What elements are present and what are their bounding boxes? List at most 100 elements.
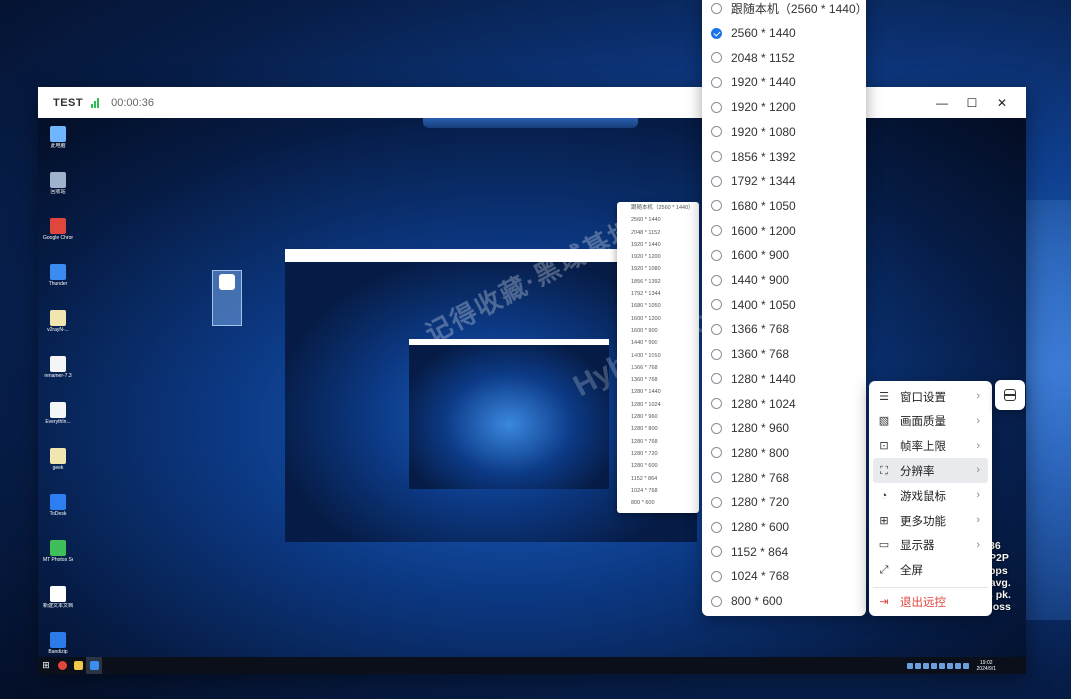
desktop-icon[interactable]: MT Photos Server bbox=[43, 540, 73, 581]
taskbar-chrome[interactable] bbox=[54, 657, 70, 674]
radio-unchecked-icon[interactable] bbox=[711, 101, 722, 113]
resolution-option[interactable]: 1280 * 960 bbox=[702, 416, 866, 441]
minimize-button[interactable]: — bbox=[926, 87, 958, 118]
desktop-app-icon bbox=[50, 356, 66, 372]
desktop-icon[interactable]: Thunder bbox=[43, 264, 73, 305]
resolution-option[interactable]: 1792 * 1344 bbox=[702, 169, 866, 194]
resolution-option[interactable]: 1024 * 768 bbox=[702, 564, 866, 589]
chevron-right-icon: › bbox=[976, 439, 980, 452]
radio-unchecked-icon[interactable] bbox=[711, 52, 722, 64]
radio-unchecked-icon[interactable] bbox=[711, 225, 722, 237]
radio-unchecked-icon[interactable] bbox=[711, 398, 722, 410]
exit-remote-button[interactable]: ⇥ 退出远控 bbox=[873, 589, 988, 614]
remote-toolbar-strip[interactable] bbox=[423, 118, 638, 128]
resolution-option[interactable]: 1280 * 768 bbox=[702, 465, 866, 490]
radio-unchecked-icon[interactable] bbox=[711, 2, 722, 14]
resolution-option[interactable]: 1920 * 1440 bbox=[702, 70, 866, 95]
resolution-option[interactable]: 1680 * 1050 bbox=[702, 194, 866, 219]
radio-unchecked-icon[interactable] bbox=[711, 348, 722, 360]
resolution-option[interactable]: 2560 * 1440 bbox=[702, 21, 866, 46]
resolution-option[interactable]: 2048 * 1152 bbox=[702, 45, 866, 70]
menu-item-resolution[interactable]: ⛶ 分辨率 › bbox=[873, 458, 988, 484]
radio-unchecked-icon[interactable] bbox=[711, 76, 722, 88]
resolution-option[interactable]: 1280 * 600 bbox=[702, 515, 866, 540]
resolution-option-label: 1920 * 1440 bbox=[731, 75, 796, 90]
radio-unchecked-icon[interactable] bbox=[711, 249, 722, 261]
system-tray: 19:02 2024/9/1 bbox=[906, 657, 996, 674]
desktop-icon[interactable]: ToDesk bbox=[43, 494, 73, 535]
selected-desktop-icon[interactable] bbox=[212, 270, 242, 326]
menu-item-game-mouse[interactable]: ◔ 游戏鼠标 › bbox=[873, 483, 988, 508]
resolution-option[interactable]: 跟随本机（2560 * 1440） bbox=[702, 0, 868, 21]
resolution-option[interactable]: 1920 * 1200 bbox=[702, 95, 866, 120]
resolution-option[interactable]: 1600 * 1200 bbox=[702, 218, 866, 243]
taskbar-gameviewer[interactable] bbox=[86, 657, 102, 674]
resolution-option[interactable]: 1600 * 900 bbox=[702, 243, 866, 268]
toolbar-toggle-icon bbox=[1004, 389, 1016, 401]
menu-item-label: 更多功能 bbox=[900, 515, 946, 528]
desktop-icon-label: Bandizip bbox=[48, 649, 68, 655]
resolution-option-label: 1152 * 864 bbox=[731, 544, 789, 559]
desktop-icon[interactable]: 回收站 bbox=[43, 172, 73, 213]
desktop-icon-label: EverythIn... bbox=[45, 419, 71, 425]
menu-item-window-settings[interactable]: ☰ 窗口设置 › bbox=[873, 384, 988, 409]
desktop-icon[interactable]: 此电脑 bbox=[43, 126, 73, 167]
radio-unchecked-icon[interactable] bbox=[711, 521, 722, 533]
resolution-option[interactable]: 1920 * 1080 bbox=[702, 120, 866, 145]
radio-unchecked-icon[interactable] bbox=[711, 126, 722, 138]
radio-unchecked-icon[interactable] bbox=[711, 323, 722, 335]
resolution-option[interactable]: 1366 * 768 bbox=[702, 317, 866, 342]
radio-unchecked-icon[interactable] bbox=[711, 274, 722, 286]
resolution-option[interactable]: 1280 * 1024 bbox=[702, 391, 866, 416]
radio-unchecked-icon[interactable] bbox=[711, 570, 722, 582]
resolution-option[interactable]: 1440 * 900 bbox=[702, 268, 866, 293]
desktop-icon[interactable]: EverythIn... bbox=[43, 402, 73, 443]
desktop-app-icon bbox=[50, 448, 66, 464]
desktop-icon[interactable]: geek bbox=[43, 448, 73, 489]
desktop-icon[interactable]: Google Chrome bbox=[43, 218, 73, 259]
menu-item-monitor[interactable]: ▭ 显示器 › bbox=[873, 533, 988, 558]
resolution-option[interactable]: 1152 * 864 bbox=[702, 539, 866, 564]
resolution-option[interactable]: 1360 * 768 bbox=[702, 342, 866, 367]
picture-quality-icon: ▧ bbox=[878, 415, 890, 428]
desktop-icon[interactable]: 新建文本文档.txt bbox=[43, 586, 73, 627]
resolution-menu: 跟随本机（2560 * 1440） 2560 * 1440 2048 * 1152 1… bbox=[702, 0, 868, 616]
radio-unchecked-icon[interactable] bbox=[711, 422, 722, 434]
desktop-icon-label: Google Chrome bbox=[43, 235, 73, 241]
radio-unchecked-icon[interactable] bbox=[711, 151, 722, 163]
resolution-option-label: 1280 * 600 bbox=[731, 520, 790, 535]
radio-unchecked-icon[interactable] bbox=[711, 373, 722, 385]
menu-item-fullscreen[interactable]: ⤢ 全屏 bbox=[873, 558, 988, 583]
frame-rate-icon: ⊡ bbox=[879, 440, 889, 453]
radio-unchecked-icon[interactable] bbox=[711, 447, 722, 459]
radio-unchecked-icon[interactable] bbox=[711, 546, 722, 558]
radio-unchecked-icon[interactable] bbox=[711, 299, 722, 311]
menu-item-picture-quality[interactable]: ▧ 画面质量 › bbox=[873, 409, 988, 434]
radio-unchecked-icon[interactable] bbox=[711, 595, 722, 607]
radio-unchecked-icon[interactable] bbox=[711, 175, 722, 187]
desktop-icon[interactable]: v2rayN-... bbox=[43, 310, 73, 351]
radio-unchecked-icon[interactable] bbox=[711, 200, 722, 212]
window-titlebar[interactable]: TEST 00:00:36 — ☐ ✕ bbox=[38, 87, 1026, 118]
radio-unchecked-icon[interactable] bbox=[711, 496, 722, 508]
desktop-icon[interactable]: renamer-7.3 bbox=[43, 356, 73, 397]
resolution-option[interactable]: 1280 * 720 bbox=[702, 490, 866, 515]
chevron-right-icon: › bbox=[976, 390, 980, 402]
start-button[interactable]: ⊞ bbox=[38, 657, 54, 674]
close-button[interactable]: ✕ bbox=[986, 87, 1018, 118]
resolution-option[interactable]: 1856 * 1392 bbox=[702, 144, 866, 169]
radio-checked-icon[interactable] bbox=[711, 27, 722, 39]
menu-item-more-functions[interactable]: ⊞ 更多功能 › bbox=[873, 508, 988, 533]
resolution-option[interactable]: 800 * 600 bbox=[702, 589, 866, 614]
resolution-option[interactable]: 1280 * 800 bbox=[702, 441, 866, 466]
resolution-option[interactable]: 1400 * 1050 bbox=[702, 292, 866, 317]
nested-resolution-option: 1280 * 800 bbox=[631, 426, 658, 433]
resolution-option[interactable]: 1280 * 1440 bbox=[702, 367, 866, 392]
taskbar-explorer[interactable] bbox=[70, 657, 86, 674]
toolbar-toggle-button[interactable] bbox=[995, 380, 1025, 410]
folder-icon bbox=[73, 661, 83, 670]
radio-unchecked-icon[interactable] bbox=[711, 472, 722, 484]
menu-item-frame-rate[interactable]: ⊡ 帧率上限 › bbox=[873, 434, 988, 459]
maximize-button[interactable]: ☐ bbox=[956, 87, 988, 118]
menu-item-label: 显示器 bbox=[900, 540, 935, 553]
